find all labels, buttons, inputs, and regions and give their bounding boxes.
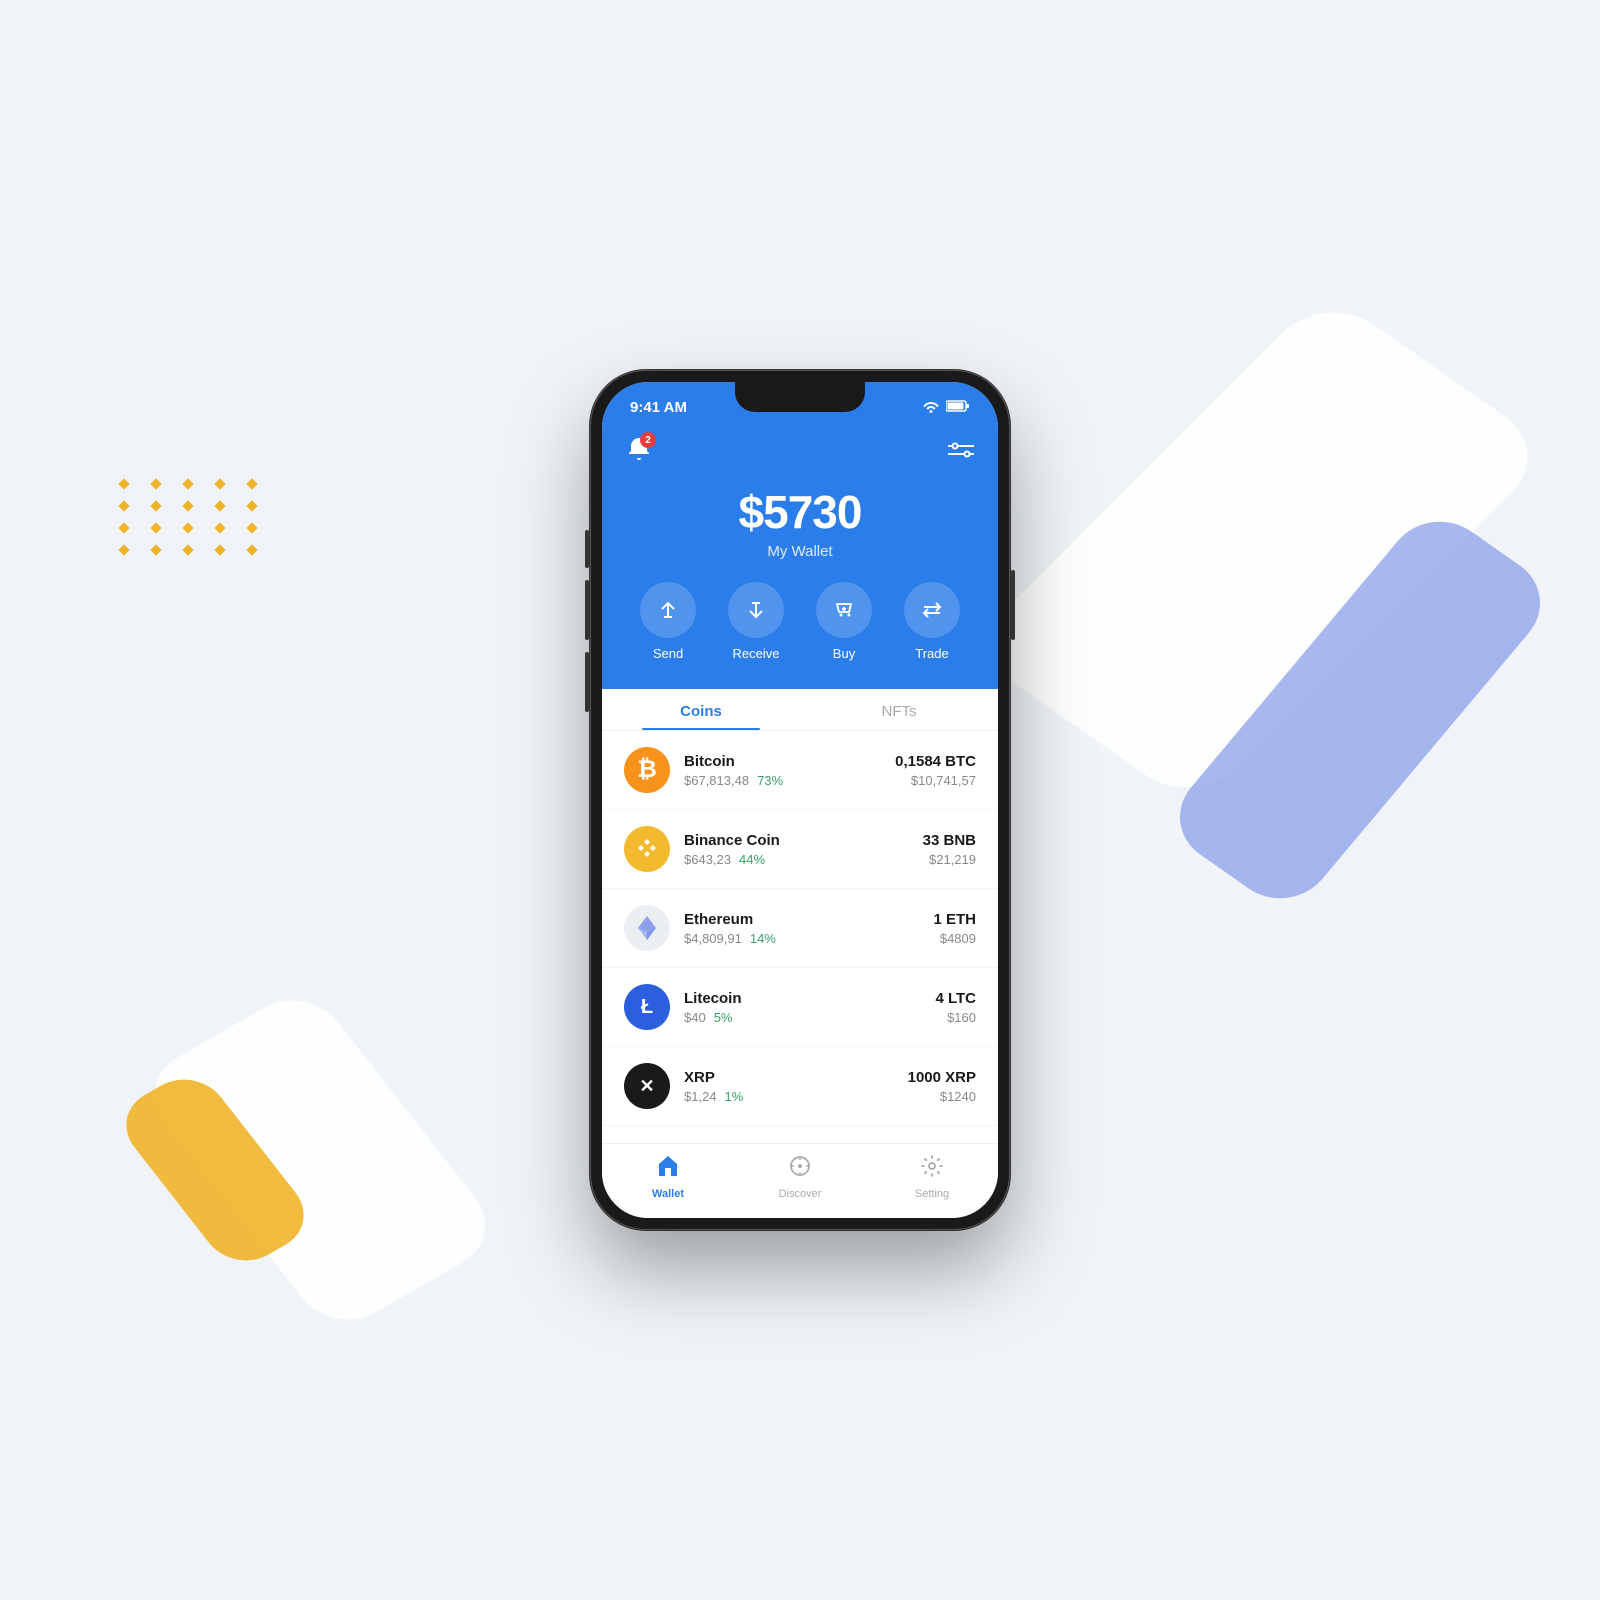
bnb-value: $21,219	[923, 852, 976, 867]
ltc-info: Litecoin $40 5%	[684, 990, 935, 1025]
xrp-info: XRP $1,24 1%	[684, 1069, 908, 1104]
bitcoin-name: Bitcoin	[684, 753, 895, 770]
bitcoin-logo: ₿	[624, 747, 670, 793]
tab-coins[interactable]: Coins	[602, 689, 800, 730]
eth-value: $4809	[933, 931, 976, 946]
xrp-amount: 1000 XRP $1240	[908, 1069, 976, 1104]
decorative-dots	[120, 480, 266, 554]
eth-name: Ethereum	[684, 911, 933, 928]
coin-item-bnb[interactable]: Binance Coin $643,23 44% 33 BNB $21,219	[602, 810, 998, 889]
ltc-change: 5%	[714, 1010, 733, 1025]
bitcoin-price: $67,813,48	[684, 773, 749, 788]
status-icons	[922, 399, 970, 416]
ltc-value: $160	[935, 1010, 976, 1025]
discover-nav-label: Discover	[779, 1188, 822, 1200]
xrp-value: $1240	[908, 1089, 976, 1104]
ltc-qty: 4 LTC	[935, 990, 976, 1007]
receive-icon	[728, 582, 784, 638]
trade-icon	[904, 582, 960, 638]
buy-label: Buy	[833, 646, 855, 661]
power-button	[1011, 570, 1015, 640]
coin-item-bitcoin[interactable]: ₿ Bitcoin $67,813,48 73% 0,1584 BTC $10,…	[602, 731, 998, 810]
bitcoin-info: Bitcoin $67,813,48 73%	[684, 753, 895, 788]
bitcoin-value: $10,741,57	[895, 773, 976, 788]
coin-item-xrp[interactable]: ✕ XRP $1,24 1% 1000 XRP $1240	[602, 1047, 998, 1126]
bnb-change: 44%	[739, 852, 765, 867]
status-time: 9:41 AM	[630, 399, 687, 416]
buy-icon	[816, 582, 872, 638]
setting-nav-icon	[920, 1154, 944, 1184]
ltc-amount: 4 LTC $160	[935, 990, 976, 1025]
xrp-logo: ✕	[624, 1063, 670, 1109]
trade-label: Trade	[915, 646, 948, 661]
tab-nfts[interactable]: NFTs	[800, 689, 998, 730]
bitcoin-price-row: $67,813,48 73%	[684, 773, 895, 788]
nav-wallet[interactable]: Wallet	[602, 1154, 734, 1200]
nav-discover[interactable]: Discover	[734, 1154, 866, 1200]
discover-nav-icon	[788, 1154, 812, 1184]
eth-info: Ethereum $4,809,91 14%	[684, 911, 933, 946]
wifi-icon	[922, 399, 940, 416]
action-buttons: Send Receive	[640, 582, 960, 661]
xrp-price: $1,24	[684, 1089, 717, 1104]
bottom-nav: Wallet Discover	[602, 1143, 998, 1218]
phone-screen: 9:41 AM	[602, 382, 998, 1218]
bnb-name: Binance Coin	[684, 832, 923, 849]
bnb-qty: 33 BNB	[923, 832, 976, 849]
notification-badge: 2	[640, 432, 656, 448]
send-icon	[640, 582, 696, 638]
xrp-name: XRP	[684, 1069, 908, 1086]
xrp-change: 1%	[725, 1089, 744, 1104]
receive-label: Receive	[733, 646, 780, 661]
xrp-price-row: $1,24 1%	[684, 1089, 908, 1104]
coin-item-ltc[interactable]: Ł Litecoin $40 5% 4 LTC $160	[602, 968, 998, 1047]
eth-logo	[624, 905, 670, 951]
notification-button[interactable]: 2	[626, 436, 652, 469]
bnb-price-row: $643,23 44%	[684, 852, 923, 867]
wallet-header: 2 $5730 My Wallet	[602, 426, 998, 689]
eth-change: 14%	[750, 931, 776, 946]
wallet-nav-label: Wallet	[652, 1188, 684, 1200]
ltc-name: Litecoin	[684, 990, 935, 1007]
header-top-row: 2	[626, 436, 974, 469]
coin-list: ₿ Bitcoin $67,813,48 73% 0,1584 BTC $10,…	[602, 731, 998, 1143]
receive-button[interactable]: Receive	[728, 582, 784, 661]
eth-qty: 1 ETH	[933, 911, 976, 928]
wallet-nav-icon	[656, 1154, 680, 1184]
mute-button	[585, 530, 589, 568]
battery-icon	[946, 399, 970, 416]
notch	[735, 382, 865, 412]
buy-button[interactable]: Buy	[816, 582, 872, 661]
ltc-price-row: $40 5%	[684, 1010, 935, 1025]
bitcoin-change: 73%	[757, 773, 783, 788]
setting-nav-label: Setting	[915, 1188, 949, 1200]
bnb-amount: 33 BNB $21,219	[923, 832, 976, 867]
eth-price-row: $4,809,91 14%	[684, 931, 933, 946]
send-button[interactable]: Send	[640, 582, 696, 661]
ltc-logo: Ł	[624, 984, 670, 1030]
xrp-qty: 1000 XRP	[908, 1069, 976, 1086]
coin-item-eth[interactable]: Ethereum $4,809,91 14% 1 ETH $4809	[602, 889, 998, 968]
nav-setting[interactable]: Setting	[866, 1154, 998, 1200]
wallet-balance: $5730	[739, 485, 862, 539]
phone-shell: 9:41 AM	[590, 370, 1010, 1230]
send-label: Send	[653, 646, 683, 661]
volume-down-button	[585, 652, 589, 712]
wallet-label: My Wallet	[767, 543, 832, 560]
ltc-price: $40	[684, 1010, 706, 1025]
bnb-price: $643,23	[684, 852, 731, 867]
bnb-info: Binance Coin $643,23 44%	[684, 832, 923, 867]
tab-bar: Coins NFTs	[602, 689, 998, 731]
bnb-logo	[624, 826, 670, 872]
eth-price: $4,809,91	[684, 931, 742, 946]
eth-amount: 1 ETH $4809	[933, 911, 976, 946]
bitcoin-qty: 0,1584 BTC	[895, 753, 976, 770]
volume-up-button	[585, 580, 589, 640]
trade-button[interactable]: Trade	[904, 582, 960, 661]
bitcoin-amount: 0,1584 BTC $10,741,57	[895, 753, 976, 788]
filter-icon[interactable]	[948, 437, 974, 469]
